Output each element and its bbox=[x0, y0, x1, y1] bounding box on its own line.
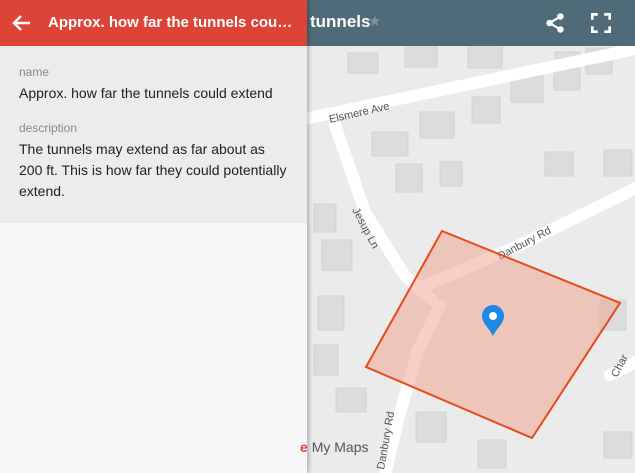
feature-details: name Approx. how far the tunnels could e… bbox=[0, 46, 307, 223]
map-title: tunnels bbox=[310, 12, 371, 31]
star-icon[interactable]: ★ bbox=[368, 12, 381, 30]
name-label: name bbox=[19, 65, 50, 79]
attribution-brand-letter: e bbox=[300, 439, 308, 455]
arrow-back-icon[interactable] bbox=[10, 11, 34, 35]
feature-details-panel: Approx. how far the tunnels could ex... … bbox=[0, 0, 307, 473]
fullscreen-icon[interactable] bbox=[588, 10, 614, 36]
attribution-label: My Maps bbox=[311, 439, 369, 455]
panel-title: Approx. how far the tunnels could ex... bbox=[48, 14, 293, 31]
share-icon[interactable] bbox=[542, 10, 568, 36]
panel-header: Approx. how far the tunnels could ex... bbox=[0, 0, 307, 46]
description-value: The tunnels may extend as far about as 2… bbox=[19, 141, 287, 199]
name-value: Approx. how far the tunnels could extend bbox=[19, 85, 273, 101]
my-maps-attribution: e My Maps bbox=[300, 439, 368, 455]
description-label: description bbox=[19, 121, 78, 135]
